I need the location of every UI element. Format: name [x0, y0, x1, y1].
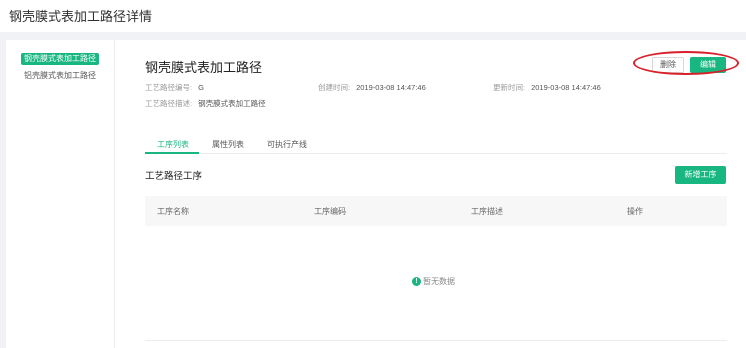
tab-production-lines[interactable]: 可执行产线	[267, 139, 307, 150]
page-title: 钢壳膜式表加工路径详情	[9, 9, 153, 24]
tab-active-indicator	[145, 152, 199, 154]
route-name: 钢壳膜式表加工路径	[145, 60, 263, 75]
route-code: 工艺路径编号: G	[145, 82, 204, 93]
info-circle-icon: !	[412, 277, 421, 287]
route-code-label: 工艺路径编号:	[145, 83, 193, 92]
add-process-button[interactable]: 新增工序	[675, 166, 726, 184]
updated-time: 更新时间: 2019-03-08 14:47:46	[493, 82, 601, 93]
tabs-divider	[145, 153, 727, 154]
route-code-value: G	[198, 83, 204, 92]
column-header-name: 工序名称	[157, 207, 189, 216]
column-header-actions: 操作	[627, 207, 643, 216]
route-description: 工艺路径描述: 钢壳膜式表加工路径	[145, 98, 266, 109]
column-header-code: 工序编码	[314, 207, 346, 216]
section-title: 工艺路径工序	[145, 171, 203, 182]
sidebar: 钢壳膜式表加工路径 铝壳膜式表加工路径	[6, 40, 115, 348]
route-description-value: 钢壳膜式表加工路径	[198, 99, 266, 108]
tab-attribute-list[interactable]: 属性列表	[212, 139, 244, 150]
updated-time-value: 2019-03-08 14:47:46	[531, 83, 601, 92]
edit-button[interactable]: 编辑	[690, 57, 726, 73]
sidebar-item-steel[interactable]: 钢壳膜式表加工路径	[21, 53, 99, 65]
tab-process-list[interactable]: 工序列表	[157, 139, 189, 150]
sidebar-item-aluminum[interactable]: 铝壳膜式表加工路径	[24, 70, 96, 82]
created-time-label: 创建时间:	[318, 83, 351, 92]
empty-state: ! 暂无数据	[412, 276, 455, 287]
delete-button[interactable]: 删除	[652, 57, 684, 73]
created-time-value: 2019-03-08 14:47:46	[356, 83, 426, 92]
empty-text: 暂无数据	[423, 277, 455, 286]
updated-time-label: 更新时间:	[493, 83, 526, 92]
table-bottom-border	[145, 340, 727, 341]
route-description-label: 工艺路径描述:	[145, 99, 193, 108]
created-time: 创建时间: 2019-03-08 14:47:46	[318, 82, 426, 93]
column-header-description: 工序描述	[471, 207, 503, 216]
page-header: 钢壳膜式表加工路径详情	[0, 0, 746, 32]
